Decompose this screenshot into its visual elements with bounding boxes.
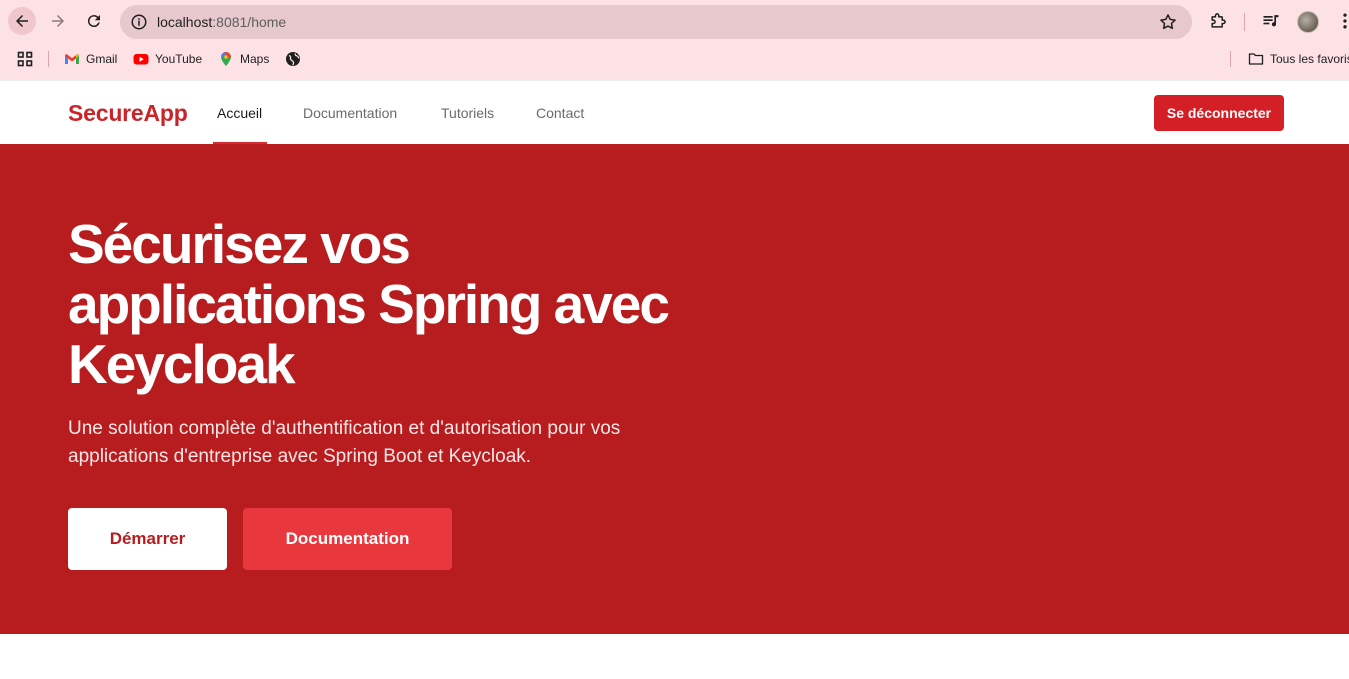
bookmark-globe[interactable] bbox=[285, 50, 301, 68]
arrow-left-icon bbox=[16, 15, 28, 27]
bookmarks-divider bbox=[1230, 51, 1231, 67]
nav-link-documentation[interactable]: Documentation bbox=[303, 105, 397, 121]
media-controls-button[interactable] bbox=[1260, 10, 1282, 32]
logout-button[interactable]: Se déconnecter bbox=[1154, 95, 1284, 131]
hero-title: Sécurisez vos applications Spring avec K… bbox=[68, 213, 670, 395]
url-text[interactable]: localhost:8081/home bbox=[157, 14, 286, 30]
bookmark-youtube[interactable]: YouTube bbox=[133, 50, 202, 68]
toolbar-divider bbox=[1244, 13, 1245, 31]
brand-logo[interactable]: SecureApp bbox=[68, 100, 188, 127]
address-bar[interactable]: localhost:8081/home bbox=[120, 5, 1192, 39]
kebab-menu-icon bbox=[1343, 13, 1347, 29]
url-path: :8081/home bbox=[212, 14, 287, 30]
nav-link-contact[interactable]: Contact bbox=[536, 105, 584, 121]
bookmarks-bar: Gmail YouTube Maps Tous les favoris bbox=[0, 44, 1349, 74]
hero-subtitle: Une solution complète d'authentification… bbox=[68, 418, 621, 467]
folder-icon bbox=[1248, 53, 1264, 65]
forward-button[interactable] bbox=[44, 7, 72, 35]
bookmark-maps[interactable]: Maps bbox=[218, 50, 269, 68]
bookmark-star-icon[interactable] bbox=[1158, 12, 1178, 32]
documentation-button[interactable]: Documentation bbox=[243, 508, 452, 570]
browser-toolbar: localhost:8081/home bbox=[0, 0, 1349, 42]
nav-link-tutorials[interactable]: Tutoriels bbox=[441, 105, 494, 121]
site-info-icon[interactable] bbox=[130, 13, 148, 31]
bookmark-label: YouTube bbox=[155, 52, 203, 66]
extensions-button[interactable] bbox=[1207, 10, 1229, 32]
youtube-icon bbox=[133, 54, 149, 65]
bookmarks-divider bbox=[48, 51, 49, 67]
bookmark-label: Gmail bbox=[86, 52, 118, 66]
all-bookmarks-label: Tous les favoris bbox=[1270, 52, 1349, 66]
url-host: localhost bbox=[157, 14, 213, 30]
globe-icon bbox=[286, 52, 300, 66]
back-button[interactable] bbox=[8, 7, 36, 35]
site-navbar: SecureApp Accueil Documentation Tutoriel… bbox=[0, 80, 1349, 145]
arrow-right-icon bbox=[52, 15, 64, 27]
browser-chrome: localhost:8081/home Gmail YouTube Maps T… bbox=[0, 0, 1349, 80]
nav-link-home[interactable]: Accueil bbox=[217, 105, 262, 121]
maps-icon bbox=[220, 52, 231, 66]
start-button[interactable]: Démarrer bbox=[68, 508, 227, 570]
hero-section: Sécurisez vos applications Spring avec K… bbox=[0, 144, 1349, 634]
reload-icon bbox=[87, 15, 100, 28]
puzzle-icon bbox=[1211, 13, 1226, 28]
browser-menu-button[interactable] bbox=[1334, 10, 1349, 32]
web-page: SecureApp Accueil Documentation Tutoriel… bbox=[0, 80, 1349, 679]
apps-grid-icon[interactable] bbox=[17, 51, 33, 67]
reload-button[interactable] bbox=[80, 7, 108, 35]
playlist-music-icon bbox=[1263, 15, 1279, 27]
bookmark-label: Maps bbox=[240, 52, 270, 66]
all-bookmarks-folder[interactable]: Tous les favoris bbox=[1248, 50, 1349, 68]
bookmark-gmail[interactable]: Gmail bbox=[64, 50, 117, 68]
profile-avatar[interactable] bbox=[1297, 11, 1319, 33]
gmail-icon bbox=[65, 54, 79, 64]
